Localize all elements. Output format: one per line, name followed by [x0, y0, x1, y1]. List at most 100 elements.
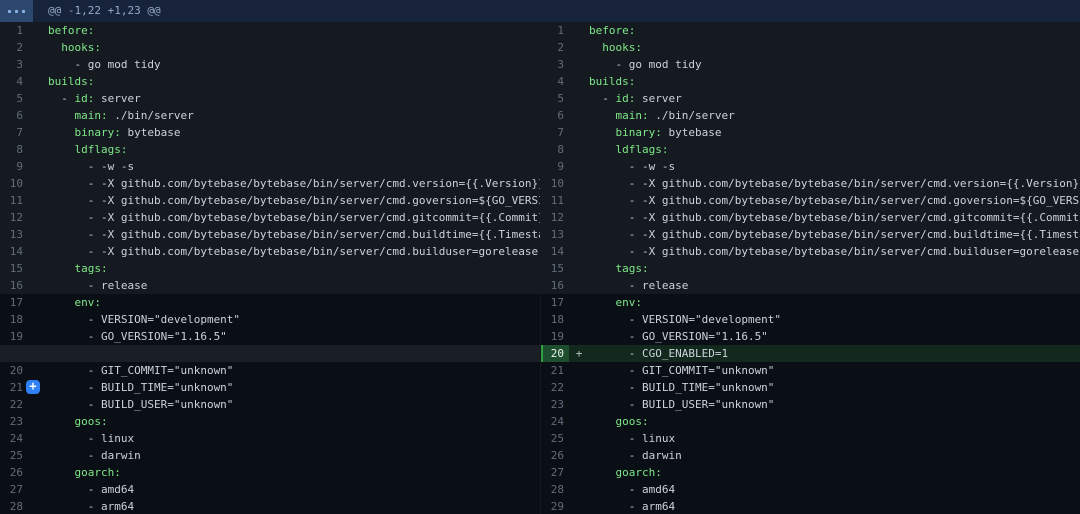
diff-line: 25 - linux: [541, 430, 1080, 447]
line-number[interactable]: 2: [541, 39, 569, 56]
line-marker: [28, 226, 48, 243]
line-number[interactable]: 7: [541, 124, 569, 141]
line-number[interactable]: 28: [0, 498, 28, 514]
line-number[interactable]: 4: [0, 73, 28, 90]
line-marker: [569, 175, 589, 192]
line-number[interactable]: 21: [541, 362, 569, 379]
line-number[interactable]: 22: [541, 379, 569, 396]
line-number[interactable]: 14: [541, 243, 569, 260]
line-number[interactable]: 21: [0, 379, 28, 396]
line-code: - darwin: [589, 447, 1080, 464]
line-marker: [28, 277, 48, 294]
line-number[interactable]: 10: [0, 175, 28, 192]
line-number[interactable]: 24: [0, 430, 28, 447]
diff-line: [0, 345, 540, 362]
line-code: - BUILD_USER="unknown": [48, 396, 540, 413]
line-marker: [569, 362, 589, 379]
line-number[interactable]: 2: [0, 39, 28, 56]
line-number[interactable]: 27: [0, 481, 28, 498]
line-code: - -X github.com/bytebase/bytebase/bin/se…: [589, 175, 1080, 192]
line-number[interactable]: 17: [0, 294, 28, 311]
line-marker: [28, 39, 48, 56]
line-number[interactable]: 11: [0, 192, 28, 209]
diff-line: 1 before:: [541, 22, 1080, 39]
line-marker: [28, 209, 48, 226]
line-number[interactable]: 23: [541, 396, 569, 413]
line-marker: [28, 362, 48, 379]
line-number[interactable]: 6: [0, 107, 28, 124]
line-number[interactable]: 9: [541, 158, 569, 175]
line-number[interactable]: 17: [541, 294, 569, 311]
diff-line: 9 - -w -s: [0, 158, 540, 175]
add-comment-button[interactable]: +: [26, 380, 40, 394]
diff-line: 22 - BUILD_USER="unknown": [0, 396, 540, 413]
line-code: - id: server: [48, 90, 540, 107]
line-number[interactable]: 24: [541, 413, 569, 430]
line-number[interactable]: 15: [0, 260, 28, 277]
line-number[interactable]: 13: [541, 226, 569, 243]
line-code: - GIT_COMMIT="unknown": [589, 362, 1080, 379]
diff-line: 14 - -X github.com/bytebase/bytebase/bin…: [0, 243, 540, 260]
line-marker: [569, 22, 589, 39]
line-code: before:: [589, 22, 1080, 39]
line-number[interactable]: 12: [541, 209, 569, 226]
line-number[interactable]: 22: [0, 396, 28, 413]
line-number[interactable]: 7: [0, 124, 28, 141]
diff-line: 18 - VERSION="development": [541, 311, 1080, 328]
line-number[interactable]: 12: [0, 209, 28, 226]
line-number[interactable]: 28: [541, 481, 569, 498]
line-marker: [569, 464, 589, 481]
line-number[interactable]: 20: [0, 362, 28, 379]
diff-line: 17 env:: [0, 294, 540, 311]
line-marker: [569, 192, 589, 209]
diff-line: 23 - BUILD_USER="unknown": [541, 396, 1080, 413]
line-number[interactable]: 6: [541, 107, 569, 124]
line-code: - -X github.com/bytebase/bytebase/bin/se…: [48, 175, 540, 192]
diff-line: 3 - go mod tidy: [541, 56, 1080, 73]
line-marker: [569, 328, 589, 345]
line-number[interactable]: 15: [541, 260, 569, 277]
line-code: [48, 345, 540, 362]
line-number[interactable]: 4: [541, 73, 569, 90]
line-number[interactable]: 19: [541, 328, 569, 345]
line-number[interactable]: 13: [0, 226, 28, 243]
line-number[interactable]: 26: [541, 447, 569, 464]
line-number[interactable]: 14: [0, 243, 28, 260]
diff-line: 11 - -X github.com/bytebase/bytebase/bin…: [0, 192, 540, 209]
line-number[interactable]: 29: [541, 498, 569, 514]
line-number[interactable]: 26: [0, 464, 28, 481]
diff-line: 22 - BUILD_TIME="unknown": [541, 379, 1080, 396]
line-code: - GO_VERSION="1.16.5": [589, 328, 1080, 345]
line-marker: [569, 39, 589, 56]
line-code: tags:: [48, 260, 540, 277]
line-number[interactable]: 25: [0, 447, 28, 464]
diff-line: 23 goos:: [0, 413, 540, 430]
line-number[interactable]: 3: [0, 56, 28, 73]
line-number[interactable]: 9: [0, 158, 28, 175]
line-number[interactable]: 5: [541, 90, 569, 107]
line-marker: [569, 73, 589, 90]
line-marker: [569, 447, 589, 464]
line-number[interactable]: 19: [0, 328, 28, 345]
line-number[interactable]: 1: [541, 22, 569, 39]
line-number[interactable]: 16: [541, 277, 569, 294]
line-number[interactable]: 5: [0, 90, 28, 107]
line-number[interactable]: 16: [0, 277, 28, 294]
line-number[interactable]: 23: [0, 413, 28, 430]
line-number[interactable]: 25: [541, 430, 569, 447]
line-number[interactable]: 27: [541, 464, 569, 481]
line-number[interactable]: 10: [541, 175, 569, 192]
line-number[interactable]: 8: [0, 141, 28, 158]
line-number[interactable]: 18: [0, 311, 28, 328]
line-number[interactable]: 3: [541, 56, 569, 73]
line-number[interactable]: 11: [541, 192, 569, 209]
line-number[interactable]: 8: [541, 141, 569, 158]
line-marker: [28, 141, 48, 158]
line-number[interactable]: 1: [0, 22, 28, 39]
kebab-horizontal-icon: [15, 10, 18, 13]
diff-line: 16 - release: [541, 277, 1080, 294]
diff-line: 3 - go mod tidy: [0, 56, 540, 73]
line-number[interactable]: 20: [541, 345, 569, 362]
line-number[interactable]: 18: [541, 311, 569, 328]
expand-diff-button[interactable]: [0, 0, 33, 22]
